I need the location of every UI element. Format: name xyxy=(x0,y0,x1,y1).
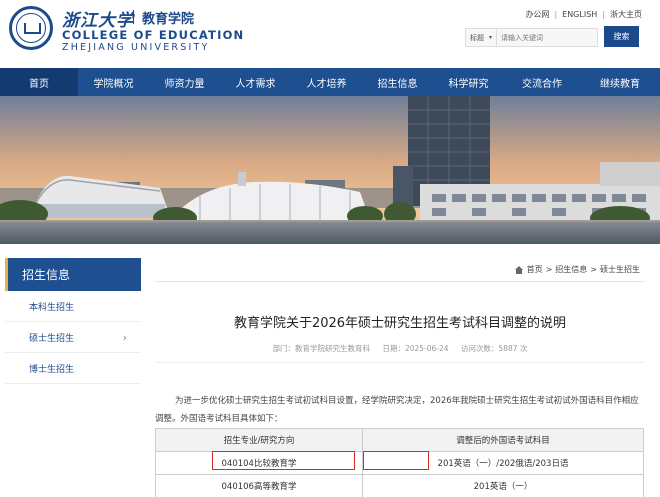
campus-banner-image xyxy=(0,96,660,244)
sidebar-title: 招生信息 xyxy=(5,258,141,291)
breadcrumb-current[interactable]: 硕士生招生 xyxy=(600,264,640,275)
college-name[interactable]: 教育学院 xyxy=(142,8,194,27)
nav-item-about[interactable]: 学院概况 xyxy=(78,68,149,96)
nav-item-jobs[interactable]: 人才需求 xyxy=(220,68,291,96)
nav-item-research[interactable]: 科学研究 xyxy=(433,68,504,96)
table-header-row: 招生专业/研究方向 调整后的外国语考试科目 xyxy=(155,428,644,452)
sidebar-item-phd[interactable]: 博士生招生 xyxy=(5,353,141,384)
chevron-right-icon: › xyxy=(122,330,127,344)
table-header: 调整后的外国语考试科目 xyxy=(362,428,644,452)
highlight-box xyxy=(212,451,355,470)
top-link-english[interactable]: ENGLISH xyxy=(562,10,597,19)
top-link-zju[interactable]: 浙大主页 xyxy=(610,9,642,20)
top-links: 办公网 | ENGLISH | 浙大主页 xyxy=(525,9,642,20)
top-link-office[interactable]: 办公网 xyxy=(525,9,549,20)
table-row: 040106高等教育学 201英语（一） xyxy=(155,474,644,497)
nav-item-admissions[interactable]: 招生信息 xyxy=(362,68,433,96)
nav-item-faculty[interactable]: 师资力量 xyxy=(149,68,220,96)
sidebar-item-label: 硕士生招生 xyxy=(29,333,75,344)
sidebar: 招生信息 本科生招生 硕士生招生 › 博士生招生 xyxy=(5,258,141,384)
sidebar-item-label: 博士生招生 xyxy=(29,364,75,375)
table-cell: 040106高等教育学 xyxy=(155,474,363,497)
table-header: 招生专业/研究方向 xyxy=(155,428,363,452)
table-cell: 201英语（一） xyxy=(362,474,644,497)
article-views: 访问次数：5887 次 xyxy=(460,344,528,353)
search-box: 标题 ▾ xyxy=(465,28,598,47)
divider xyxy=(155,362,645,363)
breadcrumb-home[interactable]: 首页 xyxy=(527,264,543,275)
sidebar-item-undergrad[interactable]: 本科生招生 xyxy=(5,291,141,322)
main-nav: 首页 学院概况 师资力量 人才需求 人才培养 招生信息 科学研究 交流合作 继续… xyxy=(0,68,660,96)
article-date: 日期：2025-06-24 xyxy=(382,344,449,353)
university-seal-icon[interactable] xyxy=(9,6,53,50)
search-button[interactable]: 搜索 xyxy=(604,26,639,47)
home-icon xyxy=(514,265,524,274)
search-type-label: 标题 xyxy=(470,33,484,42)
divider xyxy=(155,281,645,282)
breadcrumb-admissions[interactable]: 招生信息 xyxy=(555,264,587,275)
breadcrumb-separator: > xyxy=(545,265,553,274)
article-title: 教育学院关于2026年硕士研究生招生考试科目调整的说明 xyxy=(233,316,567,331)
university-name-en: ZHEJIANG UNIVERSITY xyxy=(62,42,210,53)
sidebar-item-masters[interactable]: 硕士生招生 › xyxy=(5,322,141,353)
highlight-box xyxy=(363,451,429,470)
chevron-down-icon: ▾ xyxy=(489,34,493,41)
logo-divider xyxy=(133,10,134,24)
article-meta: 部门：教育学院研究生教育科 日期：2025-06-24 访问次数：5887 次 xyxy=(155,343,645,354)
search-input[interactable] xyxy=(497,29,597,46)
nav-item-training[interactable]: 人才培养 xyxy=(291,68,362,96)
search-type-select[interactable]: 标题 ▾ xyxy=(466,29,497,46)
breadcrumb: 首页 > 招生信息 > 硕士生招生 xyxy=(514,264,640,275)
nav-item-home[interactable]: 首页 xyxy=(0,68,78,96)
article-paragraph: 为进一步优化硕士研究生招生考试初试科目设置，经学院研究决定，2026年我院硕士研… xyxy=(155,396,639,424)
college-name-en: COLLEGE OF EDUCATION xyxy=(62,28,245,42)
divider: | xyxy=(554,10,558,19)
nav-item-continuing[interactable]: 继续教育 xyxy=(580,68,660,96)
divider: | xyxy=(602,10,605,19)
article-department: 部门：教育学院研究生教育科 xyxy=(272,344,371,353)
site-header: 浙江大学 教育学院 COLLEGE OF EDUCATION ZHEJIANG … xyxy=(0,0,660,68)
sidebar-item-label: 本科生招生 xyxy=(29,302,75,313)
breadcrumb-separator: > xyxy=(590,265,597,274)
nav-item-exchange[interactable]: 交流合作 xyxy=(504,68,580,96)
